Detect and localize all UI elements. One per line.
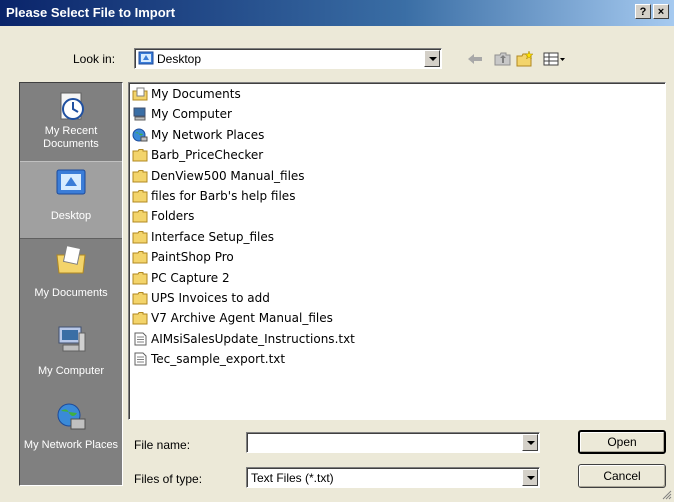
file-name-text: My Network Places	[151, 127, 265, 142]
file-list[interactable]: My Documents My Computer My Network Places…	[128, 82, 666, 420]
file-name-text: Barb_PriceChecker	[151, 148, 264, 163]
place-label: My Network Places	[23, 439, 119, 451]
look-in-value: Desktop	[157, 52, 202, 66]
folder-icon	[132, 190, 148, 203]
folder-icon	[132, 210, 148, 223]
file-name-text: PC Capture 2	[151, 270, 230, 285]
place-my-computer[interactable]: My Computer	[20, 317, 122, 393]
file-name-text: AIMsiSalesUpdate_Instructions.txt	[151, 331, 355, 346]
files-of-type-value: Text Files (*.txt)	[251, 471, 334, 485]
place-label: My Computer	[37, 365, 105, 377]
dialog-title: Please Select File to Import	[6, 5, 176, 20]
file-name-field[interactable]	[246, 432, 540, 453]
text-file-icon	[134, 352, 147, 366]
file-name-text: Tec_sample_export.txt	[151, 352, 286, 367]
back-arrow-icon[interactable]	[466, 50, 484, 68]
my-documents-icon	[132, 87, 148, 101]
folder-icon	[132, 230, 148, 244]
chevron-down-icon[interactable]	[424, 50, 440, 67]
file-name-text: V7 Archive Agent Manual_files	[151, 311, 333, 326]
folder-icon	[132, 251, 148, 264]
up-folder-icon[interactable]	[494, 50, 512, 68]
place-my-documents[interactable]: My Documents	[20, 239, 122, 315]
place-label: My Recent Documents	[43, 125, 99, 150]
file-name-text: My Documents	[151, 87, 241, 101]
folder-icon	[132, 169, 148, 183]
place-network-places[interactable]: My Network Places	[20, 395, 122, 471]
recent-documents-icon	[60, 92, 84, 120]
view-menu-icon[interactable]	[543, 50, 567, 68]
place-label: My Documents	[34, 287, 108, 299]
file-name-text: DenView500 Manual_files	[151, 168, 305, 183]
cancel-button[interactable]: Cancel	[578, 464, 666, 488]
desktop-small-icon	[138, 51, 154, 65]
desktop-icon	[56, 169, 86, 195]
my-computer-icon	[133, 107, 146, 121]
network-places-icon	[57, 403, 86, 430]
chevron-down-icon[interactable]	[522, 469, 538, 486]
file-name-text: UPS Invoices to add	[151, 291, 270, 305]
help-button[interactable]: ?	[635, 4, 651, 19]
open-button[interactable]: Open	[578, 430, 666, 454]
place-desktop[interactable]: Desktop	[20, 161, 122, 239]
resize-grip-icon[interactable]	[660, 488, 672, 500]
chevron-down-icon[interactable]	[522, 434, 538, 451]
look-in-dropdown[interactable]: Desktop	[134, 48, 442, 69]
network-places-icon	[132, 128, 148, 142]
file-name-text: files for Barb's help files	[151, 189, 296, 203]
text-file-icon	[134, 332, 147, 346]
file-name-text: Folders	[151, 209, 195, 224]
folder-icon	[132, 271, 148, 285]
places-bar: My Recent Documents Desktop My Documents…	[19, 82, 123, 486]
folder-icon	[132, 292, 148, 305]
place-recent-documents[interactable]: My Recent Documents	[20, 85, 122, 161]
look-in-label: Look in:	[73, 52, 116, 66]
files-of-type-dropdown[interactable]: Text Files (*.txt)	[246, 467, 540, 488]
file-name-label: File name:	[134, 438, 191, 452]
place-label: Desktop	[50, 210, 92, 222]
my-documents-icon	[56, 245, 86, 274]
file-name-text: My Computer	[151, 107, 232, 122]
file-name-text: Interface Setup_files	[151, 229, 274, 244]
folder-icon	[132, 149, 148, 162]
folder-icon	[132, 312, 148, 325]
close-button[interactable]: ×	[653, 4, 669, 19]
new-folder-icon[interactable]	[516, 50, 534, 68]
title-bar: Please Select File to Import ? ×	[0, 0, 674, 26]
my-computer-icon	[58, 326, 86, 352]
files-of-type-label: Files of type:	[134, 472, 203, 486]
file-name-text: PaintShop Pro	[151, 250, 234, 265]
